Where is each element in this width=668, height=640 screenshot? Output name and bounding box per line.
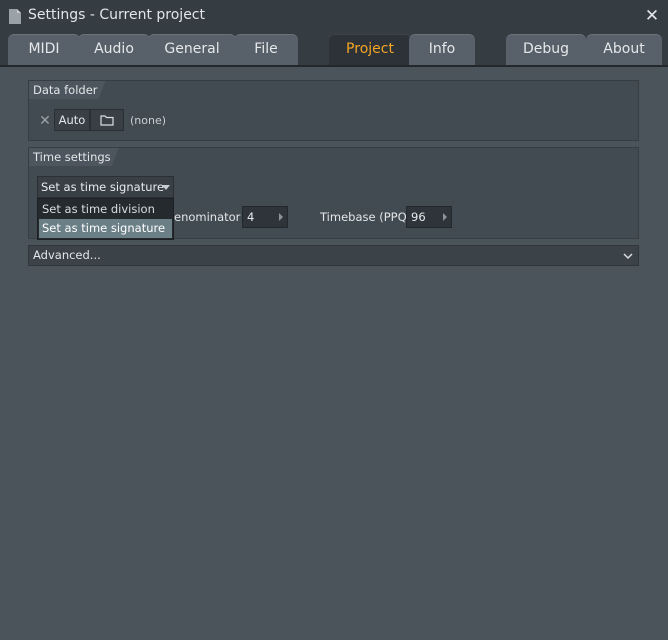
- dropdown-option-time-signature[interactable]: Set as time signature: [39, 219, 172, 238]
- denominator-label: enominator: [174, 210, 241, 224]
- tab-about[interactable]: About: [586, 34, 662, 65]
- auto-button[interactable]: Auto: [54, 109, 90, 131]
- advanced-label: Advanced...: [33, 248, 101, 262]
- tab-audio[interactable]: Audio: [78, 34, 150, 65]
- tab-project[interactable]: Project: [329, 34, 411, 65]
- clear-data-folder-button[interactable]: ✕: [36, 110, 54, 132]
- tab-general[interactable]: General: [148, 34, 236, 65]
- time-mode-dropdown: Set as time division Set as time signatu…: [37, 198, 174, 240]
- denominator-field[interactable]: 4: [242, 206, 288, 228]
- timebase-value: 96: [411, 210, 426, 224]
- title-bar: Settings - Current project ✕: [0, 0, 668, 33]
- caret-down-icon: [162, 185, 170, 190]
- tab-midi[interactable]: MIDI: [8, 34, 80, 65]
- arrow-right-icon[interactable]: [279, 213, 283, 221]
- window-title: Settings - Current project: [28, 7, 205, 23]
- chevron-down-icon: [623, 253, 633, 260]
- folder-icon: [100, 115, 114, 126]
- data-folder-value: (none): [130, 114, 167, 127]
- browse-folder-button[interactable]: [90, 109, 124, 131]
- denominator-value: 4: [247, 210, 255, 224]
- document-icon: [9, 9, 21, 24]
- arrow-right-icon[interactable]: [443, 213, 447, 221]
- timebase-field[interactable]: 96: [406, 206, 452, 228]
- time-mode-select-value: Set as time signature: [41, 180, 165, 194]
- dropdown-option-time-division[interactable]: Set as time division: [39, 200, 172, 219]
- close-icon[interactable]: ✕: [644, 7, 660, 25]
- timebase-label: Timebase (PPQ): [320, 210, 412, 224]
- advanced-section[interactable]: Advanced...: [28, 245, 639, 266]
- time-mode-select[interactable]: Set as time signature: [37, 176, 174, 198]
- time-settings-header: Time settings: [29, 148, 119, 166]
- tab-bar: MIDI Audio General File Project Info Deb…: [0, 33, 668, 65]
- data-folder-header: Data folder: [29, 81, 106, 99]
- tab-file[interactable]: File: [234, 34, 298, 65]
- tab-info[interactable]: Info: [409, 34, 475, 65]
- tab-debug[interactable]: Debug: [506, 34, 586, 65]
